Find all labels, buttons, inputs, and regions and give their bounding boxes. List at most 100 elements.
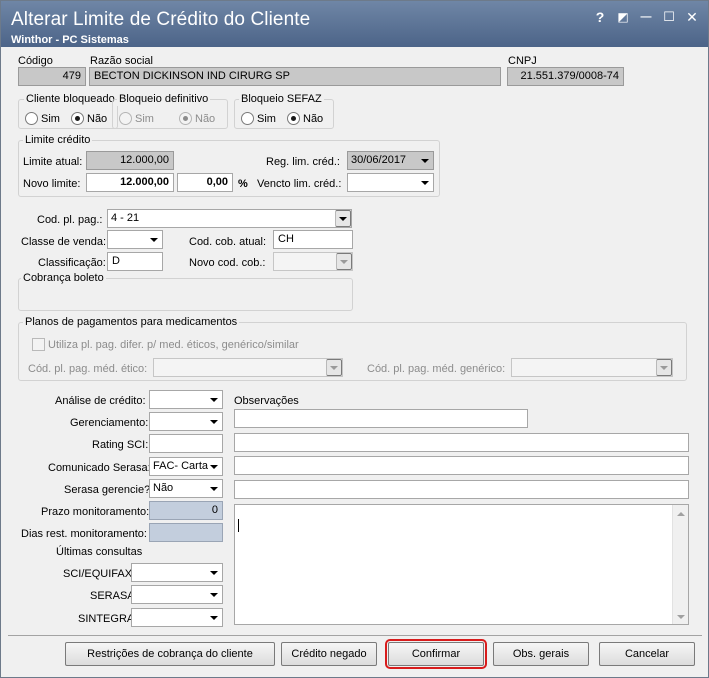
reg-lim-cred-value: 30/06/2017 — [351, 154, 407, 166]
cnpj-label: CNPJ — [508, 55, 537, 67]
serasa-gerencie-label: Serasa gerencie? — [64, 484, 151, 496]
bloqueio-definitivo-sim-label: Sim — [135, 113, 154, 125]
cod-pl-pag-label: Cod. pl. pag.: — [37, 214, 103, 226]
window-title: Alterar Limite de Crédito do Cliente — [11, 9, 311, 30]
sci-equifax-label: SCI/EQUIFAX — [63, 568, 133, 580]
bloqueio-sefaz-sim-label: Sim — [257, 113, 276, 125]
title-bar: Alterar Limite de Crédito do Cliente Win… — [1, 1, 708, 47]
analise-credito-combo[interactable] — [149, 390, 223, 409]
observacao-line-2[interactable] — [234, 433, 689, 452]
comunicado-serasa-value: FAC- Carta — [153, 460, 209, 472]
chevron-down-icon[interactable] — [206, 413, 222, 430]
limite-atual-field: 12.000,00 — [86, 151, 174, 170]
close-icon[interactable]: ✕ — [685, 10, 699, 24]
serasa-gerencie-value: Não — [153, 482, 174, 494]
gerenciamento-label: Gerenciamento: — [70, 417, 149, 429]
cliente-bloqueado-nao-radio[interactable] — [71, 112, 84, 125]
chevron-down-icon[interactable] — [326, 359, 342, 376]
text-cursor — [238, 519, 239, 532]
chevron-down-icon[interactable] — [206, 586, 222, 603]
reg-lim-cred-combo[interactable]: 30/06/2017 — [347, 151, 434, 170]
sintegra-combo[interactable] — [131, 608, 223, 627]
chevron-down-icon[interactable] — [206, 391, 222, 408]
bloqueio-definitivo-title: Bloqueio definitivo — [117, 93, 211, 106]
observacoes-textarea[interactable] — [234, 504, 689, 625]
utiliza-pl-pag-label: Utiliza pl. pag. difer. p/ med. éticos, … — [48, 339, 299, 351]
chevron-down-icon[interactable] — [335, 210, 351, 227]
cod-cob-atual-label: Cod. cob. atual: — [189, 236, 267, 248]
ultimas-consultas-title: Últimas consultas — [56, 546, 143, 558]
dias-rest-monitoramento-field — [149, 523, 223, 542]
rating-sci-label: Rating SCI: — [92, 439, 149, 451]
prazo-monitoramento-label: Prazo monitoramento: — [41, 506, 150, 518]
cod-cob-atual-field: CH — [273, 230, 353, 249]
chevron-down-icon[interactable] — [336, 253, 352, 270]
restore-layout-icon[interactable]: ◩ — [616, 10, 630, 24]
window-subtitle: Winthor - PC Sistemas — [11, 34, 129, 46]
cliente-bloqueado-nao-label: Não — [87, 113, 108, 125]
vencto-lim-cred-combo[interactable] — [347, 173, 434, 192]
percentual-input[interactable]: 0,00 — [177, 173, 233, 192]
razao-social-label: Razão social — [90, 55, 153, 67]
maximize-icon[interactable]: ☐ — [662, 10, 676, 24]
footer-divider — [8, 635, 702, 636]
cancelar-button[interactable]: Cancelar — [599, 642, 695, 666]
classe-venda-combo[interactable] — [107, 230, 163, 249]
chevron-down-icon[interactable] — [206, 458, 222, 475]
novo-cod-cob-label: Novo cod. cob.: — [189, 257, 266, 269]
limite-atual-label: Limite atual: — [23, 156, 83, 168]
minimize-icon[interactable]: — — [639, 10, 653, 24]
serasa-gerencie-combo[interactable]: Não — [149, 479, 223, 498]
serasa-label: SERASA — [90, 590, 135, 602]
observacoes-scrollbar[interactable] — [672, 505, 688, 624]
help-icon[interactable]: ? — [593, 10, 607, 24]
bloqueio-definitivo-nao-label: Não — [195, 113, 216, 125]
novo-limite-label: Novo limite: — [23, 178, 81, 190]
chevron-down-icon[interactable] — [656, 359, 672, 376]
cod-pl-pag-combo[interactable]: 4 - 21 — [107, 209, 352, 228]
novo-limite-input[interactable]: 12.000,00 — [86, 173, 174, 192]
obs-gerais-button[interactable]: Obs. gerais — [493, 642, 589, 666]
analise-credito-label: Análise de crédito: — [55, 395, 146, 407]
chevron-down-icon[interactable] — [206, 564, 222, 581]
observacoes-label: Observações — [234, 395, 299, 407]
rating-sci-input[interactable] — [149, 434, 223, 453]
restricoes-cobranca-button[interactable]: Restrições de cobrança do cliente — [65, 642, 275, 666]
bloqueio-definitivo-sim-radio[interactable] — [119, 112, 132, 125]
bloqueio-sefaz-sim-radio[interactable] — [241, 112, 254, 125]
cliente-bloqueado-sim-radio[interactable] — [25, 112, 38, 125]
chevron-down-icon[interactable] — [206, 609, 222, 626]
utiliza-pl-pag-checkbox[interactable] — [32, 338, 45, 351]
dialog-window: Alterar Limite de Crédito do Cliente Win… — [0, 0, 709, 678]
novo-cod-cob-combo[interactable] — [273, 252, 353, 271]
observacao-line-1[interactable] — [234, 409, 528, 428]
chevron-down-icon[interactable] — [146, 231, 162, 248]
credito-negado-button[interactable]: Crédito negado — [281, 642, 377, 666]
bloqueio-definitivo-nao-radio[interactable] — [179, 112, 192, 125]
bloqueio-sefaz-title: Bloqueio SEFAZ — [239, 93, 324, 106]
reg-lim-cred-label: Reg. lim. créd.: — [266, 156, 340, 168]
confirmar-button[interactable]: Confirmar — [385, 639, 487, 669]
observacao-line-4[interactable] — [234, 480, 689, 499]
observacao-line-3[interactable] — [234, 456, 689, 475]
vencto-lim-cred-label: Vencto lim. créd.: — [257, 178, 342, 190]
chevron-down-icon[interactable] — [206, 480, 222, 497]
bloqueio-sefaz-nao-radio[interactable] — [287, 112, 300, 125]
scroll-up-icon[interactable] — [677, 512, 685, 516]
cod-pl-pag-value: 4 - 21 — [111, 212, 140, 224]
gerenciamento-combo[interactable] — [149, 412, 223, 431]
serasa-combo[interactable] — [131, 585, 223, 604]
etico-label: Cód. pl. pag. méd. ético: — [28, 363, 148, 375]
generico-combo[interactable] — [511, 358, 673, 377]
bloqueio-sefaz-nao-label: Não — [303, 113, 324, 125]
cliente-bloqueado-title: Cliente bloqueado — [24, 93, 117, 106]
sci-equifax-combo[interactable] — [131, 563, 223, 582]
etico-combo[interactable] — [153, 358, 343, 377]
comunicado-serasa-combo[interactable]: FAC- Carta — [149, 457, 223, 476]
cobranca-boleto-title: Cobrança boleto — [21, 272, 106, 285]
scroll-down-icon[interactable] — [677, 615, 685, 619]
chevron-down-icon[interactable] — [417, 174, 433, 191]
limite-credito-title: Limite crédito — [23, 134, 93, 147]
dias-rest-monitoramento-label: Dias rest. monitoramento: — [21, 528, 147, 540]
chevron-down-icon[interactable] — [417, 152, 433, 169]
